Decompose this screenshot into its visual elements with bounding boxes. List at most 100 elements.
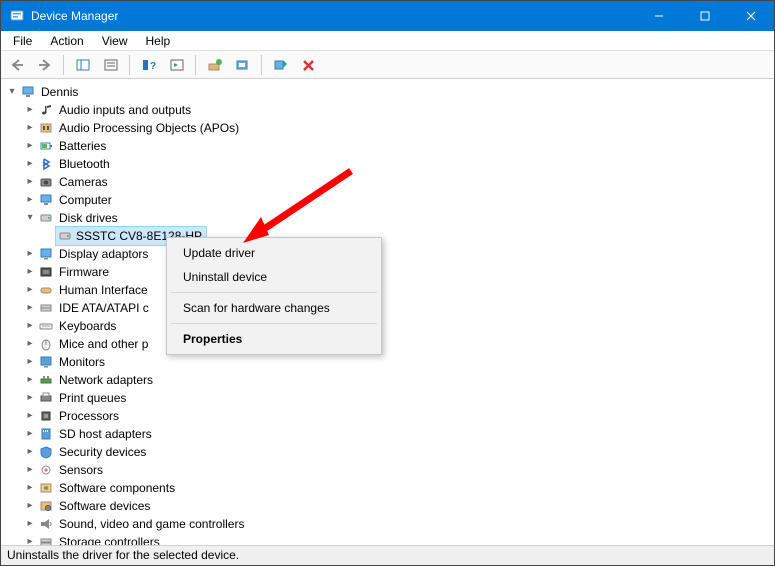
category-label: Batteries — [57, 137, 108, 155]
tree-device-selected[interactable]: SSSTC CV8-8E128-HP — [3, 227, 772, 245]
menubar: File Action View Help — [1, 31, 774, 51]
tree-category[interactable]: ▸ Cameras — [3, 173, 772, 191]
tree-category[interactable]: ▸ Security devices — [3, 443, 772, 461]
properties-button[interactable] — [99, 54, 123, 76]
annotation-arrow — [231, 161, 361, 251]
category-label: Security devices — [57, 443, 148, 461]
chevron-down-icon[interactable]: ▾ — [23, 209, 37, 227]
category-icon — [37, 120, 55, 136]
chevron-right-icon[interactable]: ▸ — [23, 353, 37, 371]
chevron-right-icon[interactable]: ▸ — [23, 479, 37, 497]
scan-hardware-button[interactable] — [231, 54, 255, 76]
tree-category[interactable]: ▸Software components — [3, 479, 772, 497]
chevron-right-icon[interactable]: ▸ — [23, 533, 37, 545]
chevron-right-icon[interactable]: ▸ — [23, 371, 37, 389]
chevron-right-icon[interactable]: ▸ — [23, 137, 37, 155]
tree-category[interactable]: ▸Monitors — [3, 353, 772, 371]
device-tree[interactable]: ▾ Dennis ▸Audio inputs and outputs▸Audio… — [1, 79, 774, 545]
menu-file[interactable]: File — [5, 32, 40, 50]
uninstall-button[interactable] — [297, 54, 321, 76]
tree-category[interactable]: ▸Firmware — [3, 263, 772, 281]
tree-category[interactable]: ▸IDE ATA/ATAPI c — [3, 299, 772, 317]
category-icon — [37, 336, 55, 352]
category-label: Sensors — [57, 461, 105, 479]
menu-action[interactable]: Action — [42, 32, 91, 50]
chevron-right-icon[interactable]: ▸ — [23, 425, 37, 443]
chevron-right-icon[interactable]: ▸ — [23, 407, 37, 425]
maximize-button[interactable] — [682, 1, 728, 31]
menu-help[interactable]: Help — [138, 32, 179, 50]
ctx-scan-hardware[interactable]: Scan for hardware changes — [169, 296, 379, 320]
disk-icon — [56, 228, 74, 244]
tree-category[interactable]: ▸Bluetooth — [3, 155, 772, 173]
chevron-right-icon[interactable]: ▸ — [23, 155, 37, 173]
category-icon — [37, 426, 55, 442]
category-icon — [37, 534, 55, 545]
ctx-separator — [171, 323, 377, 324]
category-label: Audio Processing Objects (APOs) — [57, 119, 241, 137]
update-driver-button[interactable] — [203, 54, 227, 76]
chevron-right-icon[interactable]: ▸ — [23, 263, 37, 281]
category-label: Sound, video and game controllers — [57, 515, 246, 533]
chevron-right-icon[interactable]: ▸ — [23, 461, 37, 479]
app-icon — [9, 8, 25, 24]
tree-category[interactable]: ▸ Batteries — [3, 137, 772, 155]
category-label: Keyboards — [57, 317, 118, 335]
tree-category[interactable]: ▸ Software devices — [3, 497, 772, 515]
chevron-right-icon[interactable]: ▸ — [23, 245, 37, 263]
tree-category[interactable]: ▸ Audio Processing Objects (APOs) — [3, 119, 772, 137]
category-label: Software devices — [57, 497, 152, 515]
tree-category[interactable]: ▸Network adapters — [3, 371, 772, 389]
action-button[interactable] — [165, 54, 189, 76]
tree-category[interactable]: ▸ Sound, video and game controllers — [3, 515, 772, 533]
enable-button[interactable] — [269, 54, 293, 76]
tree-category[interactable]: ▸Mice and other p — [3, 335, 772, 353]
chevron-right-icon[interactable]: ▸ — [23, 497, 37, 515]
forward-button[interactable] — [33, 54, 57, 76]
category-label: SD host adapters — [57, 425, 154, 443]
back-button[interactable] — [5, 54, 29, 76]
chevron-right-icon[interactable]: ▸ — [23, 335, 37, 353]
tree-category[interactable]: ▸Storage controllers — [3, 533, 772, 545]
chevron-right-icon[interactable]: ▸ — [23, 173, 37, 191]
chevron-right-icon[interactable]: ▸ — [23, 101, 37, 119]
chevron-right-icon[interactable]: ▸ — [23, 443, 37, 461]
close-button[interactable] — [728, 1, 774, 31]
category-icon — [37, 462, 55, 478]
chevron-right-icon[interactable]: ▸ — [23, 299, 37, 317]
toolbar: ? — [1, 51, 774, 79]
tree-category[interactable]: ▾ Disk drives — [3, 209, 772, 227]
tree-category[interactable]: ▸ SD host adapters — [3, 425, 772, 443]
category-label: Display adaptors — [57, 245, 150, 263]
chevron-right-icon[interactable]: ▸ — [23, 515, 37, 533]
chevron-right-icon[interactable]: ▸ — [23, 191, 37, 209]
tree-category[interactable]: ▸Computer — [3, 191, 772, 209]
tree-category[interactable]: ▸ Processors — [3, 407, 772, 425]
category-label: Human Interface — [57, 281, 150, 299]
tree-root[interactable]: ▾ Dennis — [3, 83, 772, 101]
category-icon — [37, 390, 55, 406]
chevron-right-icon[interactable]: ▸ — [23, 119, 37, 137]
chevron-right-icon[interactable]: ▸ — [23, 281, 37, 299]
chevron-right-icon[interactable]: ▸ — [23, 389, 37, 407]
tree-category[interactable]: ▸ Sensors — [3, 461, 772, 479]
chevron-right-icon[interactable]: ▸ — [23, 317, 37, 335]
category-label: Processors — [57, 407, 121, 425]
category-label: Cameras — [57, 173, 110, 191]
tree-category[interactable]: ▸Audio inputs and outputs — [3, 101, 772, 119]
show-hide-button[interactable] — [71, 54, 95, 76]
minimize-button[interactable] — [636, 1, 682, 31]
menu-view[interactable]: View — [94, 32, 136, 50]
ctx-uninstall-device[interactable]: Uninstall device — [169, 265, 379, 289]
ctx-properties[interactable]: Properties — [169, 327, 379, 351]
category-icon — [37, 480, 55, 496]
tree-category[interactable]: ▸ Human Interface — [3, 281, 772, 299]
tree-category[interactable]: ▸Print queues — [3, 389, 772, 407]
help-button[interactable]: ? — [137, 54, 161, 76]
chevron-down-icon[interactable]: ▾ — [5, 83, 19, 101]
tree-category[interactable]: ▸ Display adaptors — [3, 245, 772, 263]
svg-text:?: ? — [150, 61, 156, 72]
category-label: Disk drives — [57, 209, 120, 227]
tree-category[interactable]: ▸ Keyboards — [3, 317, 772, 335]
status-bar: Uninstalls the driver for the selected d… — [1, 545, 774, 565]
